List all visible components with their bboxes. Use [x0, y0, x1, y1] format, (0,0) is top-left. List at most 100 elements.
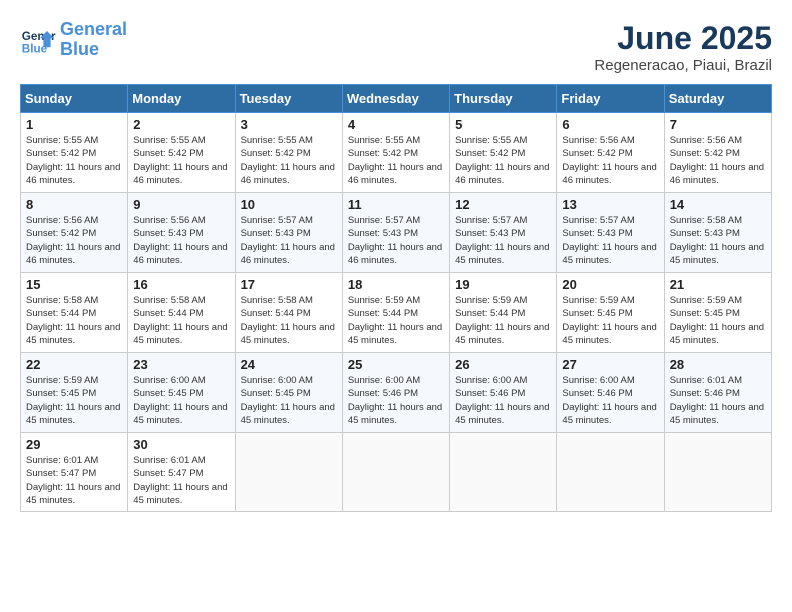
day-number: 6 — [562, 117, 658, 132]
logo-text: GeneralBlue — [60, 20, 127, 60]
day-info: Sunrise: 5:58 AMSunset: 5:44 PMDaylight:… — [241, 294, 337, 347]
calendar-week-row: 29 Sunrise: 6:01 AMSunset: 5:47 PMDaylig… — [21, 433, 772, 512]
day-info: Sunrise: 5:58 AMSunset: 5:44 PMDaylight:… — [133, 294, 229, 347]
day-info: Sunrise: 5:57 AMSunset: 5:43 PMDaylight:… — [562, 214, 658, 267]
day-info: Sunrise: 6:00 AMSunset: 5:46 PMDaylight:… — [348, 374, 444, 427]
calendar-cell: 5 Sunrise: 5:55 AMSunset: 5:42 PMDayligh… — [450, 113, 557, 193]
day-info: Sunrise: 5:57 AMSunset: 5:43 PMDaylight:… — [348, 214, 444, 267]
calendar-cell: 13 Sunrise: 5:57 AMSunset: 5:43 PMDaylig… — [557, 193, 664, 273]
day-number: 14 — [670, 197, 766, 212]
calendar-cell: 28 Sunrise: 6:01 AMSunset: 5:46 PMDaylig… — [664, 353, 771, 433]
calendar-cell: 4 Sunrise: 5:55 AMSunset: 5:42 PMDayligh… — [342, 113, 449, 193]
calendar-cell: 26 Sunrise: 6:00 AMSunset: 5:46 PMDaylig… — [450, 353, 557, 433]
calendar-cell: 9 Sunrise: 5:56 AMSunset: 5:43 PMDayligh… — [128, 193, 235, 273]
location-subtitle: Regeneracao, Piaui, Brazil — [594, 57, 772, 74]
day-number: 18 — [348, 277, 444, 292]
calendar-cell: 11 Sunrise: 5:57 AMSunset: 5:43 PMDaylig… — [342, 193, 449, 273]
day-number: 17 — [241, 277, 337, 292]
calendar-cell: 17 Sunrise: 5:58 AMSunset: 5:44 PMDaylig… — [235, 273, 342, 353]
calendar-cell: 16 Sunrise: 5:58 AMSunset: 5:44 PMDaylig… — [128, 273, 235, 353]
day-info: Sunrise: 5:59 AMSunset: 5:45 PMDaylight:… — [670, 294, 766, 347]
day-number: 1 — [26, 117, 122, 132]
day-info: Sunrise: 6:00 AMSunset: 5:46 PMDaylight:… — [455, 374, 551, 427]
day-info: Sunrise: 5:57 AMSunset: 5:43 PMDaylight:… — [455, 214, 551, 267]
calendar-cell — [342, 433, 449, 512]
day-number: 9 — [133, 197, 229, 212]
calendar-header-row: SundayMondayTuesdayWednesdayThursdayFrid… — [21, 85, 772, 113]
calendar-cell: 30 Sunrise: 6:01 AMSunset: 5:47 PMDaylig… — [128, 433, 235, 512]
day-number: 4 — [348, 117, 444, 132]
calendar-cell: 22 Sunrise: 5:59 AMSunset: 5:45 PMDaylig… — [21, 353, 128, 433]
day-info: Sunrise: 5:56 AMSunset: 5:42 PMDaylight:… — [670, 134, 766, 187]
day-number: 27 — [562, 357, 658, 372]
day-info: Sunrise: 5:56 AMSunset: 5:42 PMDaylight:… — [562, 134, 658, 187]
day-info: Sunrise: 5:57 AMSunset: 5:43 PMDaylight:… — [241, 214, 337, 267]
calendar-cell: 14 Sunrise: 5:58 AMSunset: 5:43 PMDaylig… — [664, 193, 771, 273]
logo-icon: General Blue — [20, 22, 56, 58]
day-info: Sunrise: 6:01 AMSunset: 5:47 PMDaylight:… — [26, 454, 122, 507]
column-header-friday: Friday — [557, 85, 664, 113]
day-number: 20 — [562, 277, 658, 292]
day-number: 23 — [133, 357, 229, 372]
calendar-cell — [557, 433, 664, 512]
day-info: Sunrise: 5:55 AMSunset: 5:42 PMDaylight:… — [241, 134, 337, 187]
day-info: Sunrise: 6:00 AMSunset: 5:46 PMDaylight:… — [562, 374, 658, 427]
day-number: 10 — [241, 197, 337, 212]
column-header-sunday: Sunday — [21, 85, 128, 113]
title-block: June 2025 Regeneracao, Piaui, Brazil — [594, 20, 772, 74]
calendar-cell: 12 Sunrise: 5:57 AMSunset: 5:43 PMDaylig… — [450, 193, 557, 273]
day-number: 8 — [26, 197, 122, 212]
day-number: 24 — [241, 357, 337, 372]
column-header-thursday: Thursday — [450, 85, 557, 113]
day-number: 3 — [241, 117, 337, 132]
day-number: 5 — [455, 117, 551, 132]
day-info: Sunrise: 5:55 AMSunset: 5:42 PMDaylight:… — [348, 134, 444, 187]
day-number: 25 — [348, 357, 444, 372]
calendar-cell: 10 Sunrise: 5:57 AMSunset: 5:43 PMDaylig… — [235, 193, 342, 273]
calendar-cell: 27 Sunrise: 6:00 AMSunset: 5:46 PMDaylig… — [557, 353, 664, 433]
day-info: Sunrise: 5:56 AMSunset: 5:43 PMDaylight:… — [133, 214, 229, 267]
calendar-cell: 7 Sunrise: 5:56 AMSunset: 5:42 PMDayligh… — [664, 113, 771, 193]
day-info: Sunrise: 6:00 AMSunset: 5:45 PMDaylight:… — [133, 374, 229, 427]
calendar-cell: 3 Sunrise: 5:55 AMSunset: 5:42 PMDayligh… — [235, 113, 342, 193]
calendar-cell: 18 Sunrise: 5:59 AMSunset: 5:44 PMDaylig… — [342, 273, 449, 353]
calendar-cell — [235, 433, 342, 512]
day-info: Sunrise: 6:01 AMSunset: 5:46 PMDaylight:… — [670, 374, 766, 427]
calendar-cell: 6 Sunrise: 5:56 AMSunset: 5:42 PMDayligh… — [557, 113, 664, 193]
calendar-cell — [450, 433, 557, 512]
calendar-cell: 20 Sunrise: 5:59 AMSunset: 5:45 PMDaylig… — [557, 273, 664, 353]
day-info: Sunrise: 6:00 AMSunset: 5:45 PMDaylight:… — [241, 374, 337, 427]
calendar-cell: 24 Sunrise: 6:00 AMSunset: 5:45 PMDaylig… — [235, 353, 342, 433]
calendar-cell: 25 Sunrise: 6:00 AMSunset: 5:46 PMDaylig… — [342, 353, 449, 433]
calendar-cell: 29 Sunrise: 6:01 AMSunset: 5:47 PMDaylig… — [21, 433, 128, 512]
day-info: Sunrise: 5:55 AMSunset: 5:42 PMDaylight:… — [26, 134, 122, 187]
day-info: Sunrise: 5:55 AMSunset: 5:42 PMDaylight:… — [455, 134, 551, 187]
day-number: 28 — [670, 357, 766, 372]
day-number: 26 — [455, 357, 551, 372]
day-number: 13 — [562, 197, 658, 212]
day-info: Sunrise: 6:01 AMSunset: 5:47 PMDaylight:… — [133, 454, 229, 507]
day-number: 11 — [348, 197, 444, 212]
column-header-tuesday: Tuesday — [235, 85, 342, 113]
calendar-cell: 23 Sunrise: 6:00 AMSunset: 5:45 PMDaylig… — [128, 353, 235, 433]
day-info: Sunrise: 5:58 AMSunset: 5:44 PMDaylight:… — [26, 294, 122, 347]
calendar-cell: 19 Sunrise: 5:59 AMSunset: 5:44 PMDaylig… — [450, 273, 557, 353]
calendar-table: SundayMondayTuesdayWednesdayThursdayFrid… — [20, 84, 772, 512]
calendar-cell: 8 Sunrise: 5:56 AMSunset: 5:42 PMDayligh… — [21, 193, 128, 273]
day-number: 7 — [670, 117, 766, 132]
day-number: 19 — [455, 277, 551, 292]
day-number: 2 — [133, 117, 229, 132]
column-header-saturday: Saturday — [664, 85, 771, 113]
calendar-cell: 21 Sunrise: 5:59 AMSunset: 5:45 PMDaylig… — [664, 273, 771, 353]
day-info: Sunrise: 5:59 AMSunset: 5:44 PMDaylight:… — [348, 294, 444, 347]
calendar-week-row: 15 Sunrise: 5:58 AMSunset: 5:44 PMDaylig… — [21, 273, 772, 353]
calendar-cell: 2 Sunrise: 5:55 AMSunset: 5:42 PMDayligh… — [128, 113, 235, 193]
column-header-wednesday: Wednesday — [342, 85, 449, 113]
logo: General Blue GeneralBlue — [20, 20, 127, 60]
day-number: 22 — [26, 357, 122, 372]
page-header: General Blue GeneralBlue June 2025 Regen… — [20, 20, 772, 74]
day-info: Sunrise: 5:58 AMSunset: 5:43 PMDaylight:… — [670, 214, 766, 267]
day-info: Sunrise: 5:55 AMSunset: 5:42 PMDaylight:… — [133, 134, 229, 187]
day-number: 12 — [455, 197, 551, 212]
calendar-cell: 15 Sunrise: 5:58 AMSunset: 5:44 PMDaylig… — [21, 273, 128, 353]
